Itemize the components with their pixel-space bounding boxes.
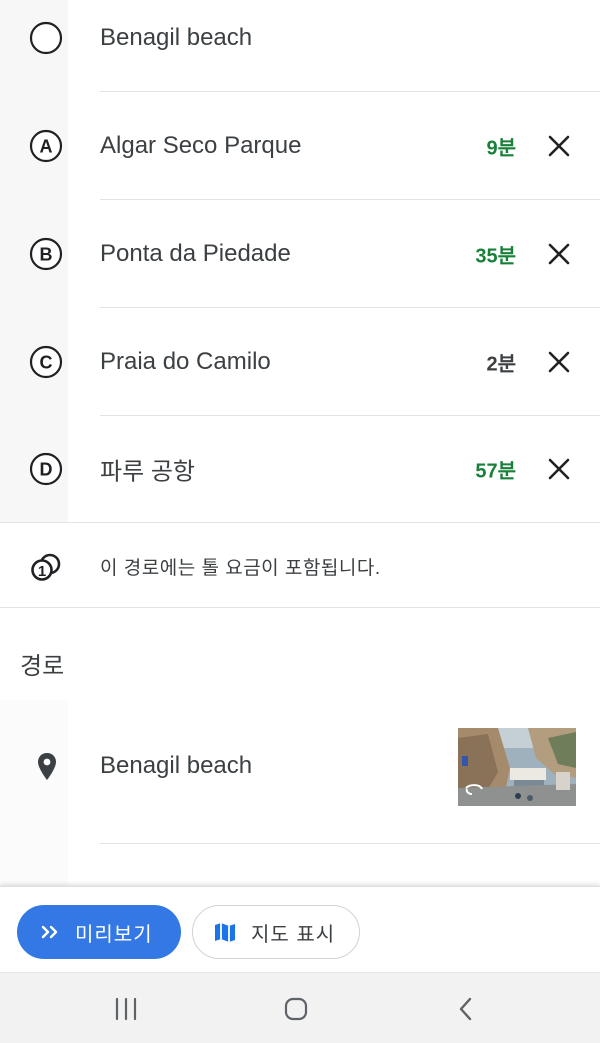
toll-notice-text: 이 경로에는 톨 요금이 포함됩니다.	[100, 558, 381, 579]
close-icon	[548, 351, 570, 373]
street-view-thumbnail[interactable]	[458, 728, 576, 806]
stop-name: 파루 공항	[100, 458, 195, 486]
origin-circle-icon	[28, 20, 64, 56]
location-pin-icon	[36, 752, 58, 782]
stop-name: Praia do Camilo	[100, 348, 271, 375]
route-item-name: Benagil beach	[100, 752, 253, 779]
system-nav-bar	[0, 972, 600, 1043]
stop-duration: 2분	[486, 353, 516, 376]
close-icon	[548, 243, 570, 265]
svg-text:D: D	[40, 460, 53, 480]
waypoint-d-icon: D	[28, 451, 64, 487]
recent-apps-button[interactable]	[106, 991, 146, 1027]
svg-text:B: B	[40, 245, 53, 265]
home-button[interactable]	[276, 991, 316, 1027]
divider	[100, 843, 600, 844]
show-map-button[interactable]: 지도 표시	[192, 905, 360, 959]
back-button[interactable]	[446, 991, 486, 1027]
svg-text:1: 1	[38, 563, 46, 580]
preview-button[interactable]: 미리보기	[17, 905, 181, 959]
toll-icon: 1	[28, 549, 64, 585]
stop-row-origin[interactable]: Benagil beach	[0, 0, 600, 92]
stop-name: Ponta da Piedade	[100, 240, 291, 267]
svg-text:A: A	[40, 137, 53, 157]
preview-button-label: 미리보기	[75, 923, 153, 946]
stop-row-a[interactable]: A Algar Seco Parque 9분	[0, 92, 600, 200]
stop-duration: 9분	[486, 137, 516, 160]
back-icon	[459, 997, 472, 1021]
remove-stop-button[interactable]	[542, 129, 576, 163]
recent-apps-icon	[115, 997, 137, 1021]
directions-screen: Benagil beach A Algar Seco Parque 9분 B P…	[0, 0, 600, 1043]
remove-stop-button[interactable]	[542, 237, 576, 271]
waypoint-c-icon: C	[28, 344, 64, 380]
stop-duration: 57분	[475, 460, 516, 483]
home-icon	[284, 997, 308, 1021]
route-section-title: 경로	[20, 653, 65, 680]
stop-name: Algar Seco Parque	[100, 132, 302, 159]
double-chevron-right-icon	[39, 921, 61, 943]
stop-name: Benagil beach	[100, 24, 253, 51]
close-icon	[548, 135, 570, 157]
stop-duration: 35분	[475, 245, 516, 268]
waypoint-b-icon: B	[28, 236, 64, 272]
stop-row-d[interactable]: D 파루 공항 57분	[0, 416, 600, 522]
stop-row-b[interactable]: B Ponta da Piedade 35분	[0, 200, 600, 308]
action-bar: 미리보기 지도 표시	[0, 886, 600, 972]
waypoint-a-icon: A	[28, 128, 64, 164]
remove-stop-button[interactable]	[542, 345, 576, 379]
close-icon	[548, 458, 570, 480]
svg-text:C: C	[40, 353, 53, 373]
show-map-button-label: 지도 표시	[251, 923, 336, 946]
route-item[interactable]: Benagil beach	[0, 712, 600, 822]
remove-stop-button[interactable]	[542, 452, 576, 486]
toll-notice: 1 이 경로에는 톨 요금이 포함됩니다.	[0, 522, 600, 608]
map-icon	[213, 920, 237, 944]
stop-row-c[interactable]: C Praia do Camilo 2분	[0, 308, 600, 416]
